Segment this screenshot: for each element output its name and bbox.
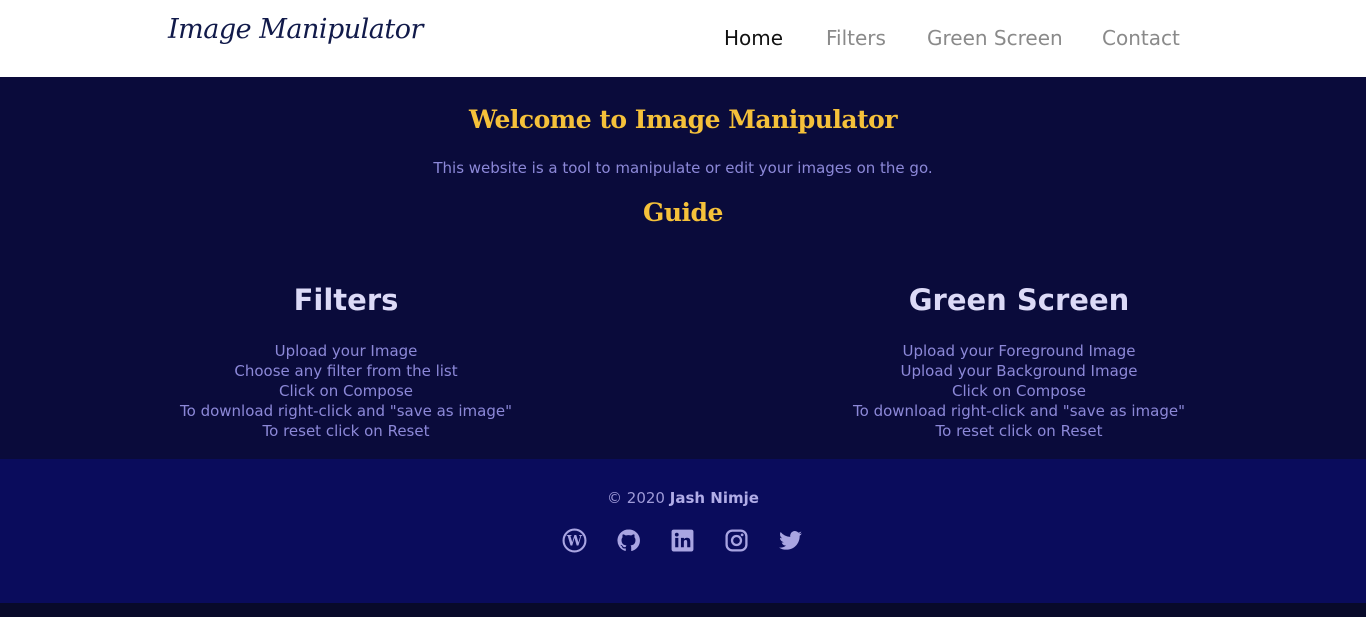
svg-text:W: W (566, 534, 583, 550)
github-icon[interactable] (616, 528, 641, 553)
filters-guide-title: Filters (293, 283, 399, 317)
nav-link-green-screen[interactable]: Green Screen (927, 26, 1063, 50)
nav-link-contact[interactable]: Contact (1102, 26, 1180, 50)
green-screen-step: Upload your Background Image (900, 362, 1138, 380)
welcome-heading: Welcome to Image Manipulator (468, 105, 898, 134)
filters-guide: Filters Upload your Image Choose any fil… (66, 283, 626, 441)
green-screen-steps: Upload your Foreground Image Upload your… (739, 341, 1299, 441)
filters-step: To reset click on Reset (262, 422, 430, 440)
green-screen-guide: Green Screen Upload your Foreground Imag… (739, 283, 1299, 441)
site-logo[interactable]: Image Manipulator (168, 14, 423, 45)
filters-step: Upload your Image (274, 342, 418, 360)
green-screen-step: To reset click on Reset (935, 422, 1103, 440)
navbar: Image Manipulator Home Filters Green Scr… (0, 0, 1366, 77)
intro-text: This website is a tool to manipulate or … (433, 159, 933, 177)
footer: © 2020 Jash Nimje W (0, 459, 1366, 603)
copyright-prefix: © 2020 (607, 489, 665, 507)
bottom-bar (0, 603, 1366, 617)
hero-section: Welcome to Image Manipulator This websit… (0, 77, 1366, 459)
green-screen-step: Upload your Foreground Image (902, 342, 1136, 360)
twitter-icon[interactable] (778, 528, 803, 553)
wordpress-icon[interactable]: W (562, 528, 587, 553)
filters-step: Choose any filter from the list (234, 362, 458, 380)
social-links: W (562, 528, 803, 553)
nav-link-filters[interactable]: Filters (826, 26, 886, 50)
green-screen-step: Click on Compose (952, 382, 1086, 400)
green-screen-step: To download right-click and "save as ima… (853, 402, 1185, 420)
filters-step: To download right-click and "save as ima… (180, 402, 512, 420)
author-name: Jash Nimje (669, 489, 759, 507)
guide-heading: Guide (643, 198, 723, 227)
copyright-text: © 2020 Jash Nimje (0, 489, 1366, 507)
filters-steps: Upload your Image Choose any filter from… (66, 341, 626, 441)
linkedin-icon[interactable] (670, 528, 695, 553)
green-screen-guide-title: Green Screen (908, 283, 1130, 317)
instagram-icon[interactable] (724, 528, 749, 553)
filters-step: Click on Compose (279, 382, 413, 400)
nav-link-home[interactable]: Home (724, 26, 783, 50)
